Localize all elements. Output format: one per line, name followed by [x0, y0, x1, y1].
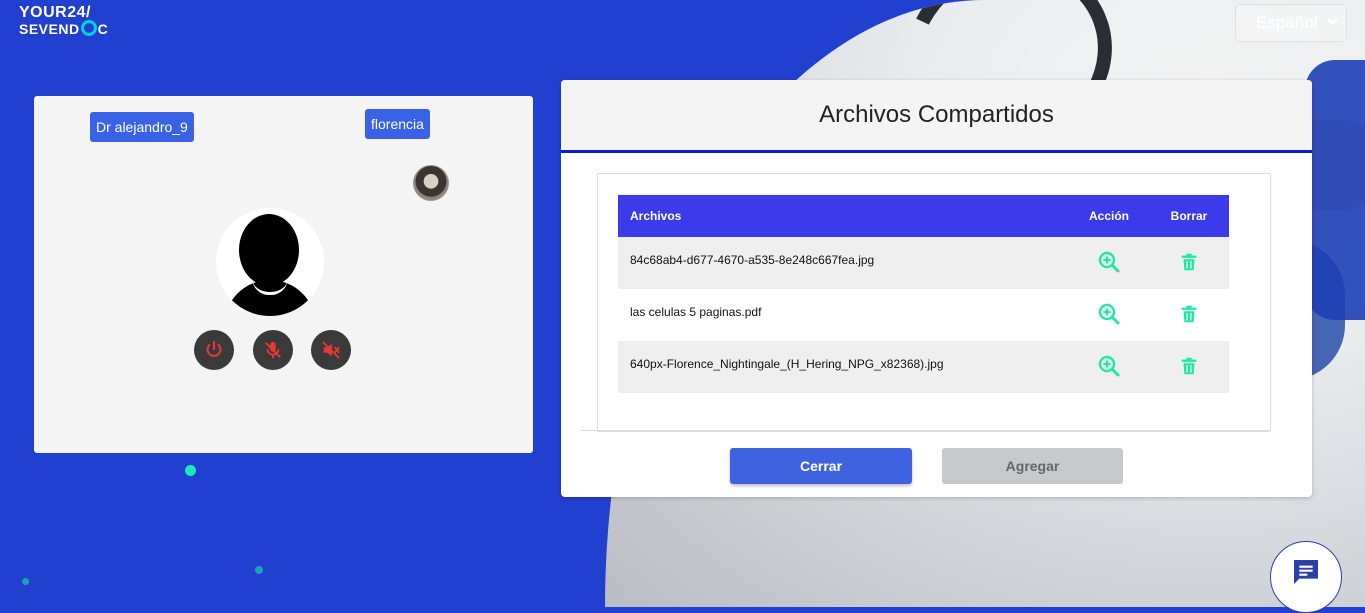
- files-panel: Archivos Acción Borrar 84c68ab4-d677-467…: [597, 173, 1271, 432]
- chevron-down-icon: [1327, 16, 1338, 30]
- column-header-files: Archivos: [630, 209, 682, 223]
- default-user-avatar: [216, 208, 324, 316]
- zoom-in-icon[interactable]: [1097, 302, 1121, 326]
- file-name: 640px-Florence_Nightingale_(H_Hering_NPG…: [630, 357, 944, 371]
- table-row: 640px-Florence_Nightingale_(H_Hering_NPG…: [618, 341, 1229, 393]
- logo-ring-icon: [80, 20, 97, 36]
- patient-avatar: [413, 165, 449, 201]
- patient-name-tag: florencia: [365, 109, 430, 139]
- mic-off-icon: [265, 341, 281, 359]
- language-select[interactable]: Español: [1235, 4, 1347, 42]
- decorative-dot: [255, 566, 263, 574]
- chat-button[interactable]: [1270, 541, 1342, 613]
- volume-off-icon: [322, 341, 340, 359]
- power-icon: [206, 340, 222, 357]
- mute-audio-button[interactable]: [311, 330, 351, 370]
- zoom-in-icon[interactable]: [1097, 354, 1121, 378]
- chat-icon: [1294, 560, 1318, 584]
- close-button[interactable]: Cerrar: [730, 448, 912, 484]
- decorative-dot: [185, 465, 196, 476]
- logo-line-1: YOUR24/: [19, 4, 91, 21]
- shared-files-modal: Archivos Compartidos Archivos Acción Bor…: [561, 80, 1312, 497]
- column-header-action: Acción: [1088, 209, 1129, 223]
- add-file-button[interactable]: Agregar: [942, 448, 1123, 484]
- mute-microphone-button[interactable]: [253, 330, 293, 370]
- trash-icon[interactable]: [1177, 355, 1201, 379]
- zoom-in-icon[interactable]: [1097, 250, 1121, 274]
- logo-line-2: SEVEND C: [19, 20, 109, 37]
- app-logo: YOUR24/ SEVEND C: [19, 5, 108, 37]
- column-header-delete: Borrar: [1170, 209, 1208, 223]
- background-shape: [1305, 60, 1365, 320]
- table-header-row: Archivos Acción Borrar: [618, 195, 1229, 237]
- trash-icon[interactable]: [1177, 303, 1201, 327]
- video-call-panel: Dr alejandro_9 florencia: [34, 96, 533, 453]
- divider: [581, 430, 1269, 431]
- modal-title: Archivos Compartidos: [561, 80, 1312, 153]
- file-name: 84c68ab4-d677-4670-a535-8e248c667fea.jpg: [630, 253, 875, 267]
- end-call-button[interactable]: [194, 330, 234, 370]
- table-row: 84c68ab4-d677-4670-a535-8e248c667fea.jpg: [618, 237, 1229, 289]
- trash-icon[interactable]: [1177, 251, 1201, 275]
- doctor-name-tag: Dr alejandro_9: [90, 112, 194, 142]
- decorative-dot: [22, 578, 29, 585]
- files-table: Archivos Acción Borrar 84c68ab4-d677-467…: [618, 195, 1229, 393]
- table-row: las celulas 5 paginas.pdf: [618, 289, 1229, 341]
- file-name: las celulas 5 paginas.pdf: [630, 305, 762, 319]
- language-selected-value: Español: [1256, 13, 1318, 32]
